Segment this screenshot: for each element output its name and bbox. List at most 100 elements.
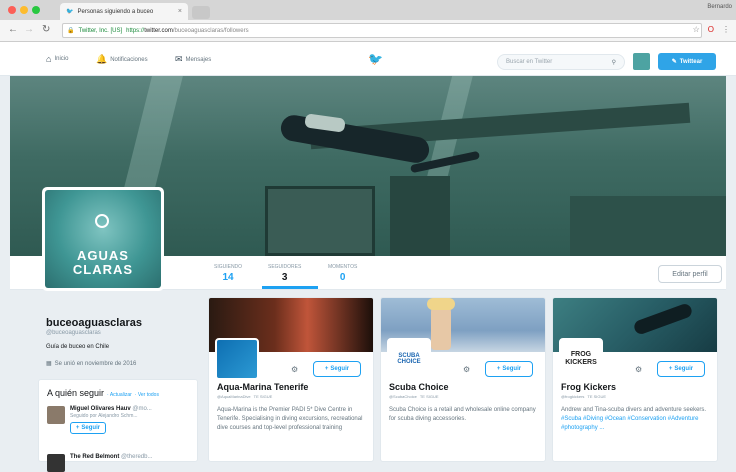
card-handle: @AquaMarinaDive TE SIGUE — [217, 394, 272, 400]
follows-you-badge: TE SIGUE — [587, 394, 607, 399]
view-all-link[interactable]: · Ver todos — [135, 392, 159, 398]
address-bar: ← → ↻ 🔒 Twitter, Inc. [US] https://twitt… — [0, 20, 736, 42]
stat-following-value: 14 — [222, 272, 234, 283]
who-to-follow-title: A quién seguir — [47, 388, 105, 398]
opera-icon[interactable]: O — [708, 25, 714, 34]
nav-notifications[interactable]: 🔔 Notificaciones — [96, 54, 148, 65]
stat-moments-value: 0 — [339, 272, 346, 283]
nav-messages[interactable]: ✉ Mensajes — [175, 54, 211, 65]
quill-icon: ✎ — [671, 59, 677, 65]
card-avatar[interactable]: FROG KICKERS — [559, 338, 603, 380]
profile-avatar[interactable]: AGUAS CLARAS — [42, 187, 164, 291]
follower-card[interactable]: FROG KICKERS ⚙ + Seguir Frog Kickers @fr… — [552, 297, 718, 462]
tab-title: Personas siguiendo a buceo — [77, 8, 154, 15]
nav-messages-label: Mensajes — [185, 56, 212, 63]
suggestion-name[interactable]: Miguel Olivares Hauv — [70, 406, 131, 412]
stat-followers-value: 3 — [281, 272, 288, 283]
nav-home[interactable]: ⌂ Inicio — [46, 54, 68, 64]
scuba-diver — [278, 113, 432, 165]
search-icon[interactable]: ⚲ — [612, 59, 616, 66]
follow-button[interactable]: + Seguir — [657, 361, 705, 377]
url-field[interactable]: 🔒 Twitter, Inc. [US] https://twitter.com… — [62, 23, 702, 38]
window-controls — [8, 6, 40, 14]
suggestion-avatar[interactable] — [47, 406, 65, 424]
gear-icon[interactable]: ⚙ — [291, 365, 298, 374]
stat-followers-label: SEGUIDORES — [268, 264, 302, 270]
suggestion-item[interactable]: Miguel Olivares Hauv @mo... Seguido por … — [47, 406, 152, 434]
menu-icon[interactable]: ⋮ — [722, 25, 730, 34]
card-avatar-text: FROG KICKERS — [565, 351, 597, 366]
card-hashtags[interactable]: #Scuba #Diving #Ocean #Conservation #Adv… — [561, 416, 698, 431]
new-tab-button[interactable] — [192, 6, 210, 19]
secure-label: Twitter, Inc. [US] — [78, 27, 123, 34]
card-name[interactable]: Aqua-Marina Tenerife — [217, 382, 308, 392]
twitter-favicon-icon: 🐦 — [66, 9, 74, 15]
card-handle: @ScubaChoice TE SIGUE — [389, 394, 439, 400]
tweet-button-label: Twittear — [679, 58, 703, 65]
tab-close-icon[interactable]: × — [178, 8, 182, 15]
suggestion-name[interactable]: The Red Belmont — [70, 454, 119, 460]
follower-card[interactable]: ⚙ + Seguir Aqua-Marina Tenerife @AquaMar… — [208, 297, 374, 462]
follow-button[interactable]: + Seguir — [485, 361, 533, 377]
brand-logo-icon — [95, 214, 109, 228]
browser-tab-strip: 🐦 Personas siguiendo a buceo × Bernardo — [0, 0, 736, 20]
bell-icon: 🔔 — [96, 54, 108, 64]
card-bio-text: Andrew and Tina-scuba divers and adventu… — [561, 407, 707, 413]
follow-button[interactable]: + Seguir — [313, 361, 361, 377]
maximize-window-icon[interactable] — [32, 6, 40, 14]
profile-joined: ▦ Se unió en noviembre de 2016 — [46, 360, 206, 368]
browser-profile-label[interactable]: Bernardo — [707, 4, 732, 10]
browser-tab[interactable]: 🐦 Personas siguiendo a buceo × — [60, 3, 188, 20]
card-handle-text: @AquaMarinaDive — [217, 394, 251, 399]
card-avatar[interactable] — [215, 338, 259, 380]
who-to-follow-module: A quién seguir · Actualizar · Ver todos … — [38, 379, 198, 472]
profile-name[interactable]: buceoaguasclaras — [46, 317, 206, 329]
search-input[interactable]: Buscar en Twitter ⚲ — [497, 54, 625, 70]
back-arrow-icon[interactable]: ← — [8, 24, 18, 35]
stat-following[interactable]: SIGUIENDO 14 — [214, 264, 242, 283]
lock-icon: 🔒 — [67, 28, 75, 34]
suggestion-avatar[interactable] — [47, 454, 65, 472]
home-icon: ⌂ — [46, 54, 52, 64]
reload-icon[interactable]: ↻ — [42, 24, 50, 35]
edit-profile-button[interactable]: Editar perfil — [658, 265, 722, 283]
close-window-icon[interactable] — [8, 6, 16, 14]
calendar-icon: ▦ — [46, 361, 52, 367]
stat-followers[interactable]: SEGUIDORES 3 — [268, 264, 301, 283]
follow-button[interactable]: + Seguir — [70, 422, 106, 434]
person-plus-icon: + — [324, 366, 329, 372]
star-icon[interactable]: ☆ — [693, 25, 700, 34]
stat-following-label: SIGUIENDO — [214, 264, 243, 270]
url-path: /buceoaguasclaras/followers — [172, 27, 249, 34]
person-plus-icon: + — [75, 425, 80, 431]
twitter-bird-icon[interactable]: 🐦 — [368, 52, 383, 66]
follow-button-label: Seguir — [674, 366, 694, 372]
forward-arrow-icon[interactable]: → — [24, 24, 34, 35]
search-placeholder: Buscar en Twitter — [506, 59, 553, 65]
suggestion-handle: @mo... — [132, 406, 152, 412]
profile-description: Guía de buceo en Chile — [46, 344, 110, 350]
account-avatar[interactable] — [633, 53, 650, 70]
profile-bio-card: buceoaguasclaras @buceoaguasclaras Guía … — [46, 317, 206, 367]
person-plus-icon: + — [496, 366, 501, 372]
refresh-link[interactable]: · Actualizar — [107, 392, 132, 398]
follow-button-label: Seguir — [502, 366, 522, 372]
card-avatar[interactable]: SCUBA CHOICE — [387, 338, 431, 380]
profile-handle[interactable]: @buceoaguasclaras — [46, 330, 206, 336]
twitter-top-nav: ⌂ Inicio 🔔 Notificaciones ✉ Mensajes 🐦 B… — [0, 42, 736, 76]
follower-card[interactable]: SCUBA CHOICE ⚙ + Seguir Scuba Choice @Sc… — [380, 297, 546, 462]
suggestion-item[interactable]: The Red Belmont @theredb... — [47, 454, 152, 472]
card-handle-text: @frogkickers — [561, 394, 585, 399]
profile-avatar-image: AGUAS CLARAS — [45, 190, 161, 288]
card-name[interactable]: Frog Kickers — [561, 382, 616, 392]
minimize-window-icon[interactable] — [20, 6, 28, 14]
card-avatar-text: SCUBA CHOICE — [397, 353, 421, 365]
gear-icon[interactable]: ⚙ — [463, 365, 470, 374]
follows-you-badge: TE SIGUE — [253, 394, 273, 399]
nav-home-label: Inicio — [54, 56, 69, 62]
stat-moments[interactable]: MOMENTOS 0 — [328, 264, 357, 283]
gear-icon[interactable]: ⚙ — [635, 365, 642, 374]
tweet-button[interactable]: ✎ Twittear — [658, 53, 716, 70]
card-name[interactable]: Scuba Choice — [389, 382, 449, 392]
suggestion-followed-by: Seguido por Alejandro Schm... — [70, 413, 138, 419]
